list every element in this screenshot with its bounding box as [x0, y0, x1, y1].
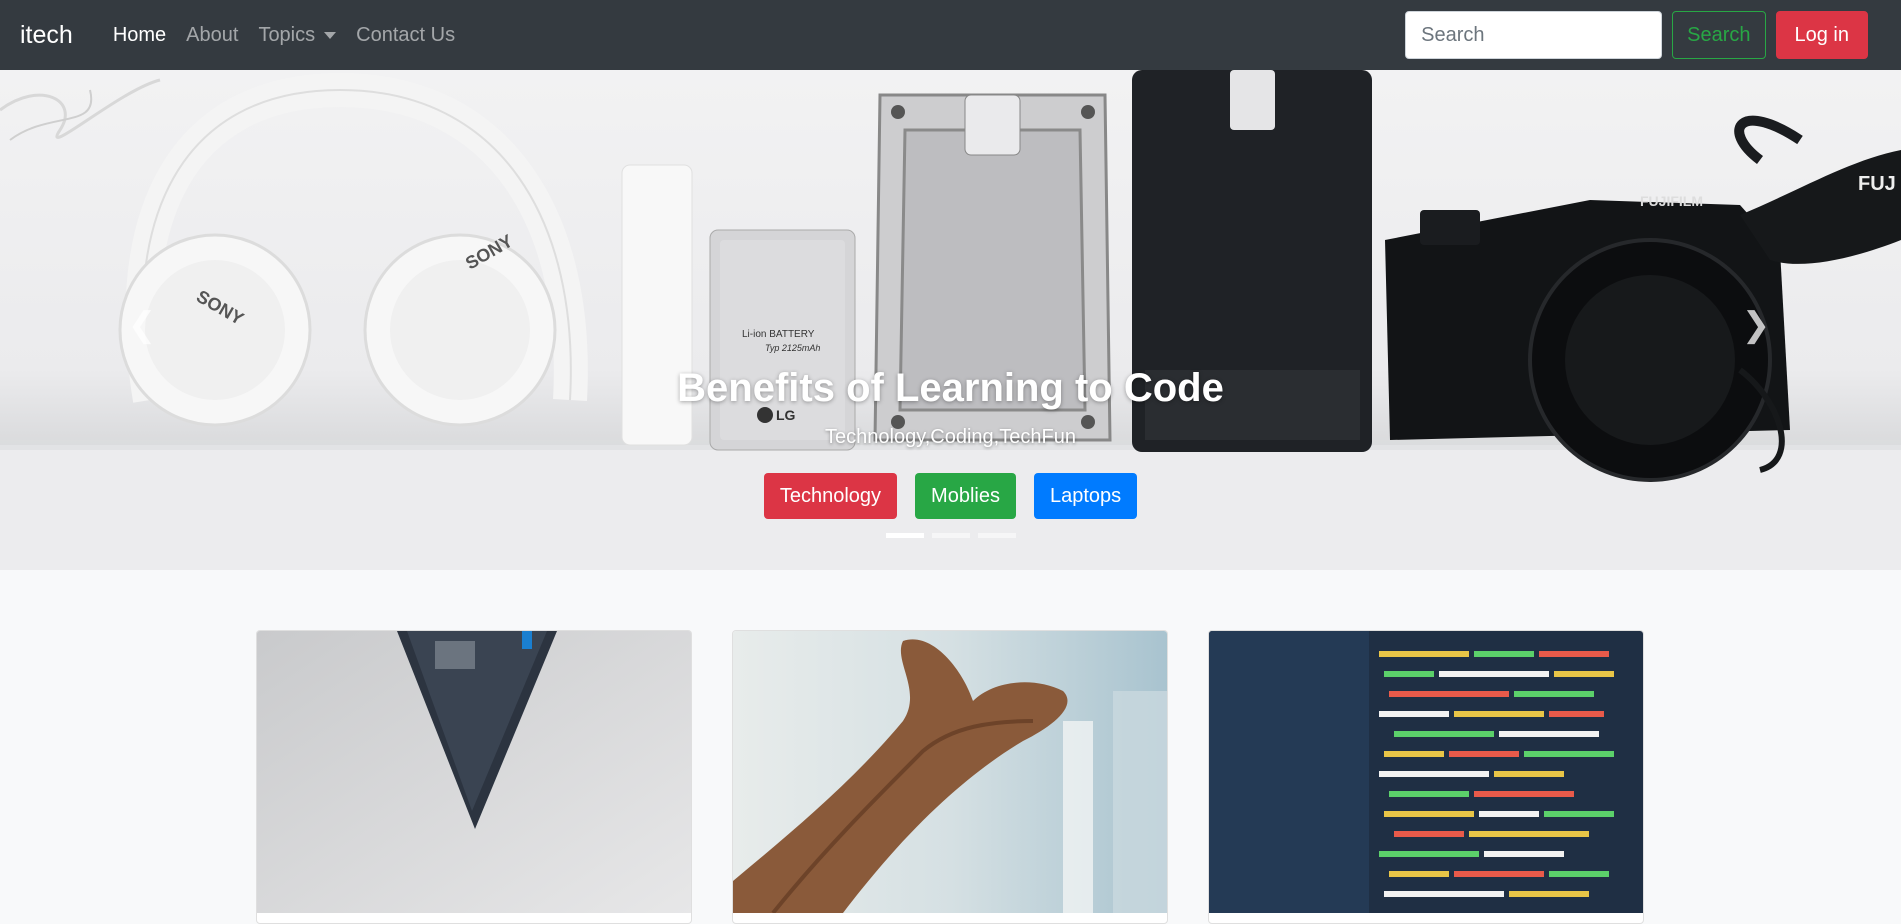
carousel-indicator[interactable]	[977, 533, 1016, 538]
search-button[interactable]: Search	[1672, 11, 1766, 59]
card-image-tablet	[257, 631, 691, 913]
carousel-prev-icon[interactable]: ❮	[122, 305, 162, 345]
search-input[interactable]	[1405, 11, 1663, 59]
nav-search-form: Search Log in	[1405, 11, 1868, 59]
nav-contact[interactable]: Contact Us	[346, 24, 465, 47]
card-row	[256, 630, 1644, 924]
mobiles-button[interactable]: Moblies	[915, 473, 1016, 519]
hero-carousel: SONY SONY Li-ion BATTERY Typ 2125mAh LG …	[0, 70, 1901, 570]
nav-links: Home About Topics Contact Us	[103, 24, 465, 47]
svg-text:FUJ: FUJ	[1858, 173, 1896, 195]
svg-text:Li-ion BATTERY: Li-ion BATTERY	[742, 329, 815, 340]
technology-button[interactable]: Technology	[763, 473, 898, 519]
laptops-button[interactable]: Laptops	[1033, 473, 1138, 519]
carousel-caption-title: Benefits of Learning to Code	[677, 366, 1224, 410]
card-image-code	[1209, 631, 1643, 913]
carousel-indicator[interactable]	[885, 533, 924, 538]
carousel-indicators	[0, 533, 1901, 538]
card-image-hand	[733, 631, 1167, 915]
nav-topics-dropdown[interactable]: Topics	[248, 24, 346, 47]
nav-about[interactable]: About	[176, 24, 248, 47]
svg-text:FUJIFILM: FUJIFILM	[1640, 193, 1703, 209]
brand-logo[interactable]: itech	[20, 21, 73, 50]
carousel-next-icon[interactable]: ❯	[1736, 305, 1776, 345]
caret-down-icon	[324, 31, 337, 39]
nav-topics-label: Topics	[258, 23, 316, 46]
card	[256, 630, 692, 924]
card	[1208, 630, 1644, 924]
carousel-caption-subtitle: Technology,Coding,TechFun	[825, 426, 1076, 448]
nav-home[interactable]: Home	[103, 24, 176, 47]
carousel-indicator[interactable]	[931, 533, 970, 538]
top-navbar: itech Home About Topics Contact Us Searc…	[0, 0, 1901, 70]
svg-text:Typ 2125mAh: Typ 2125mAh	[765, 343, 820, 353]
login-button[interactable]: Log in	[1775, 11, 1868, 59]
card	[732, 630, 1168, 924]
carousel-tag-buttons: Technology Moblies Laptops	[0, 473, 1901, 519]
